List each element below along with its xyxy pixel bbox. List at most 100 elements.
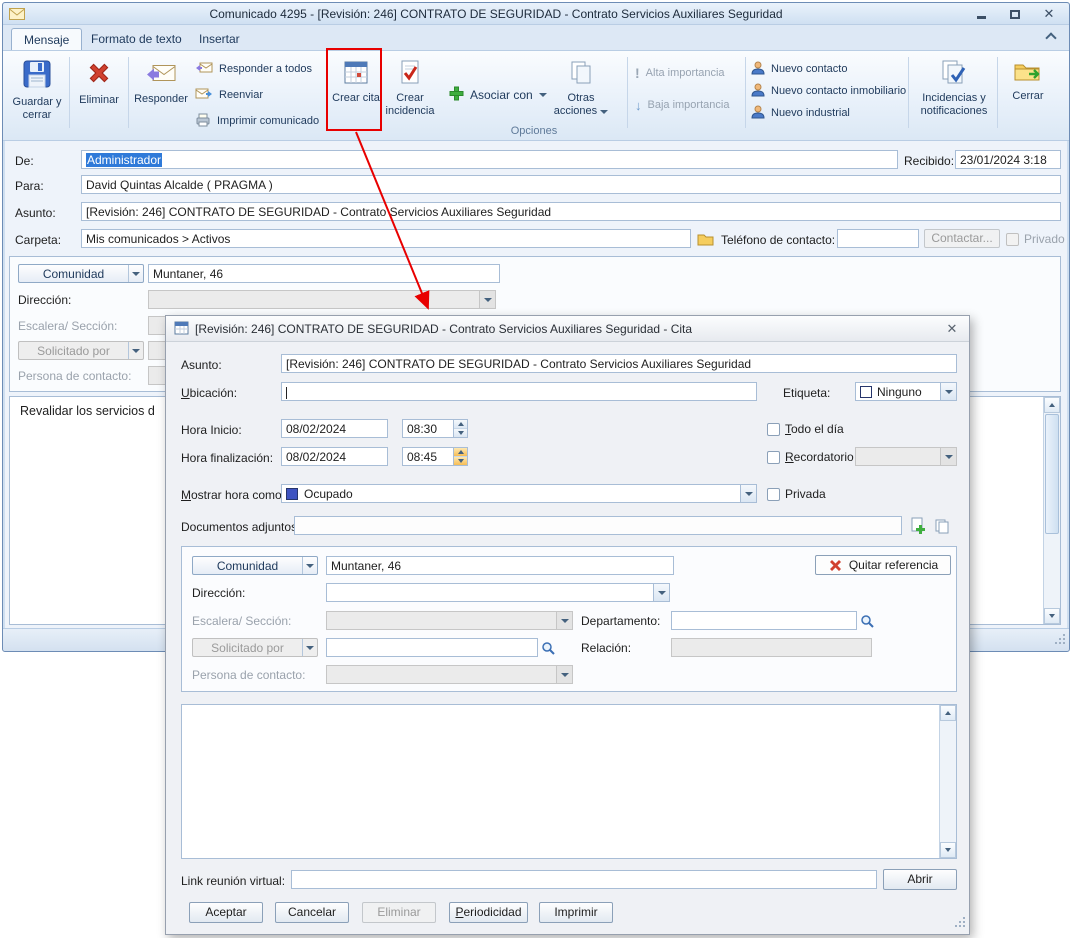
recurrence-button[interactable]: Periodicidad xyxy=(449,902,528,923)
notes-textarea[interactable] xyxy=(181,704,957,859)
location-field[interactable] xyxy=(281,382,757,401)
open-link-button[interactable]: Abrir xyxy=(883,869,957,890)
scroll-up-button[interactable] xyxy=(940,705,956,721)
resize-grip[interactable] xyxy=(954,916,966,931)
cancel-button[interactable]: Cancelar xyxy=(275,902,349,923)
accept-button[interactable]: Aceptar xyxy=(189,902,263,923)
requested-by-split-button[interactable]: Solicitado por xyxy=(18,341,144,360)
contact-button[interactable]: Contactar... xyxy=(924,229,1000,248)
resize-grip[interactable] xyxy=(1054,633,1066,648)
maximize-button[interactable] xyxy=(1007,7,1023,21)
spinner-buttons[interactable] xyxy=(453,448,467,465)
community-split-button[interactable]: Comunidad xyxy=(18,264,144,283)
print-comunicado-button[interactable]: Imprimir comunicado xyxy=(195,111,319,131)
other-actions-button[interactable]: Otras acciones xyxy=(548,54,614,132)
virtual-link-field[interactable] xyxy=(291,870,877,889)
close-button[interactable]: ✕ xyxy=(1041,7,1057,21)
from-field[interactable]: Administrador xyxy=(81,150,898,169)
selected-text: Administrador xyxy=(86,153,162,167)
scroll-thumb[interactable] xyxy=(1045,414,1059,534)
tab-formato-de-texto[interactable]: Formato de texto xyxy=(79,28,194,50)
new-industrial-button[interactable]: Nuevo industrial xyxy=(751,103,850,123)
relation-field[interactable] xyxy=(671,638,872,657)
person-icon xyxy=(751,105,765,122)
subject-field[interactable]: [Revisión: 246] CONTRATO DE SEGURIDAD - … xyxy=(81,202,1061,221)
private-checkbox[interactable]: Privado xyxy=(1006,232,1065,246)
minimize-button[interactable] xyxy=(973,7,989,21)
create-incident-button[interactable]: Crear incidencia xyxy=(383,54,437,132)
reply-all-button[interactable]: Responder a todos xyxy=(195,59,312,79)
new-contact-label: Nuevo contacto xyxy=(771,63,847,75)
collapse-ribbon-icon[interactable] xyxy=(1045,32,1056,43)
phone-field[interactable] xyxy=(837,229,919,248)
department-field[interactable] xyxy=(671,611,857,630)
new-contact-realestate-button[interactable]: Nuevo contacto inmobiliario xyxy=(751,81,906,101)
to-field[interactable]: David Quintas Alcalde ( PRAGMA ) xyxy=(81,175,1061,194)
spin-up-icon[interactable] xyxy=(454,420,467,429)
stair-section-combo[interactable] xyxy=(326,611,573,630)
folder-picker-button[interactable] xyxy=(695,229,715,248)
start-time-spinner[interactable]: 08:30 xyxy=(402,419,468,438)
delete-label: Eliminar xyxy=(79,94,119,107)
reminder-combo[interactable] xyxy=(855,447,957,466)
close-ribbon-button[interactable]: Cerrar xyxy=(1001,54,1055,132)
spin-up-icon[interactable] xyxy=(454,448,467,457)
tag-combo[interactable]: Ninguno xyxy=(855,382,957,401)
folder-field[interactable]: Mis comunicados > Activos xyxy=(81,229,691,248)
start-date-combo[interactable]: 08/02/2024 xyxy=(281,419,388,438)
low-importance-button[interactable]: ↓ Baja importancia xyxy=(635,95,729,115)
forward-button[interactable]: Reenviar xyxy=(195,85,263,105)
requested-by-split-button[interactable]: Solicitado por xyxy=(192,638,318,657)
copy-attachment-button[interactable] xyxy=(932,516,952,535)
print-button[interactable]: Imprimir xyxy=(539,902,613,923)
show-as-combo[interactable]: Ocupado xyxy=(281,484,757,503)
attachments-label: Documentos adjuntos: xyxy=(181,520,300,534)
address-combo[interactable] xyxy=(148,290,496,309)
from-label: De: xyxy=(15,154,34,168)
end-time-spinner[interactable]: 08:45 xyxy=(402,447,468,466)
remove-reference-button[interactable]: Quitar referencia xyxy=(815,555,951,575)
contact-person-combo[interactable] xyxy=(326,665,573,684)
community-field[interactable]: Muntaner, 46 xyxy=(148,264,500,283)
notes-scrollbar[interactable] xyxy=(939,705,956,858)
delete-button[interactable]: Eliminar xyxy=(362,902,436,923)
private-checkbox[interactable]: Privada xyxy=(767,487,826,501)
attachments-field[interactable] xyxy=(294,516,902,535)
spin-down-icon[interactable] xyxy=(454,429,467,437)
community-field[interactable]: Muntaner, 46 xyxy=(326,556,674,575)
community-split-button[interactable]: Comunidad xyxy=(192,556,318,575)
new-contact-button[interactable]: Nuevo contacto xyxy=(751,59,847,79)
subject-field[interactable]: [Revisión: 246] CONTRATO DE SEGURIDAD - … xyxy=(281,354,957,373)
all-day-checkbox[interactable]: Todo el día xyxy=(767,422,844,436)
tab-insertar[interactable]: Insertar xyxy=(187,28,252,50)
low-importance-label: Baja importancia xyxy=(648,99,730,111)
spin-down-icon[interactable] xyxy=(454,457,467,465)
reply-button[interactable]: Responder xyxy=(132,54,190,132)
add-attachment-button[interactable] xyxy=(908,516,928,535)
dialog-close-button[interactable]: ✕ xyxy=(943,321,961,337)
associate-with-button[interactable]: Asociar con xyxy=(449,83,547,107)
save-and-close-button[interactable]: Guardar y cerrar xyxy=(8,54,66,132)
stair-section-label: Escalera/ Sección: xyxy=(192,614,291,628)
requested-by-search-button[interactable] xyxy=(539,638,557,657)
start-time-value: 08:30 xyxy=(407,422,437,436)
requested-by-field[interactable] xyxy=(326,638,538,657)
delete-button[interactable]: Eliminar xyxy=(73,54,125,132)
scroll-up-button[interactable] xyxy=(1044,397,1060,413)
received-field[interactable]: 23/01/2024 3:18 xyxy=(955,150,1061,169)
tab-mensaje[interactable]: Mensaje xyxy=(11,28,82,50)
spinner-buttons[interactable] xyxy=(453,420,467,437)
body-scrollbar[interactable] xyxy=(1043,397,1060,624)
end-date-combo[interactable]: 08/02/2024 xyxy=(281,447,388,466)
reminder-checkbox[interactable]: Recordatorio xyxy=(767,450,854,464)
new-industrial-label: Nuevo industrial xyxy=(771,107,850,119)
scroll-down-button[interactable] xyxy=(940,842,956,858)
high-importance-button[interactable]: ! Alta importancia xyxy=(635,63,725,83)
incidents-notifications-button[interactable]: Incidencias y notificaciones xyxy=(914,54,994,132)
mail-icon xyxy=(9,8,25,23)
address-combo[interactable] xyxy=(326,583,670,602)
department-search-button[interactable] xyxy=(858,611,876,630)
scroll-down-button[interactable] xyxy=(1044,608,1060,624)
create-appointment-button[interactable]: Crear cita xyxy=(332,54,380,132)
relation-label: Relación: xyxy=(581,641,631,655)
